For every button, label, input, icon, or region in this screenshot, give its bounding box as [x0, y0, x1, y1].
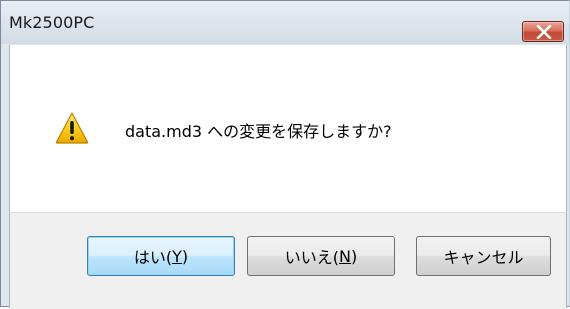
- yes-button[interactable]: はい(Y): [87, 236, 235, 276]
- yes-button-label-prefix: はい(: [133, 248, 173, 267]
- no-button-label-prefix: いいえ(: [284, 248, 340, 267]
- yes-button-label-suffix: ): [181, 246, 189, 266]
- no-button-accelerator: N: [339, 246, 351, 266]
- no-button-label-suffix: ): [350, 246, 358, 266]
- window-title: Mk2500PC: [9, 13, 95, 32]
- dialog-client-area: data.md3 への変更を保存しますか? はい(Y) いいえ(N) キャンセル: [9, 45, 567, 309]
- no-button[interactable]: いいえ(N): [247, 236, 395, 276]
- button-area: はい(Y) いいえ(N) キャンセル: [10, 212, 566, 309]
- cancel-button-label: キャンセル: [443, 248, 524, 267]
- close-icon: [536, 25, 552, 39]
- cancel-button[interactable]: キャンセル: [416, 236, 551, 276]
- close-button[interactable]: [522, 21, 564, 42]
- warning-icon: [55, 112, 89, 144]
- yes-button-accelerator: Y: [172, 246, 182, 266]
- title-bar[interactable]: Mk2500PC: [1, 1, 569, 44]
- message-area: data.md3 への変更を保存しますか?: [10, 45, 566, 212]
- message-dialog-window: Mk2500PC data.md3 への変更を保存しますか? はい(Y) い…: [0, 0, 570, 309]
- message-text: data.md3 への変更を保存しますか?: [125, 122, 392, 141]
